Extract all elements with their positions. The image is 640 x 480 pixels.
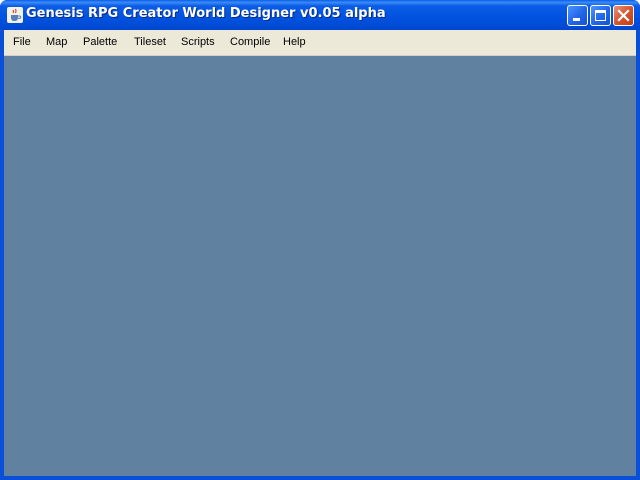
desktop-pane[interactable]	[4, 56, 636, 476]
maximize-icon	[595, 10, 606, 21]
menu-tileset[interactable]: Tileset	[134, 36, 166, 48]
close-button[interactable]	[613, 5, 634, 26]
java-cup-icon[interactable]	[7, 7, 23, 23]
app-window: Genesis RPG Creator World Designer v0.05…	[0, 0, 640, 480]
minimize-icon	[573, 18, 580, 21]
menu-bar: File Map Palette Tileset Scripts Compile…	[4, 30, 636, 56]
menu-map[interactable]: Map	[46, 36, 67, 48]
close-icon	[617, 9, 630, 22]
maximize-button[interactable]	[590, 5, 611, 26]
menu-palette[interactable]: Palette	[83, 36, 117, 48]
menu-help[interactable]: Help	[283, 36, 306, 48]
menu-compile[interactable]: Compile	[230, 36, 270, 48]
menu-scripts[interactable]: Scripts	[181, 36, 215, 48]
minimize-button[interactable]	[567, 5, 588, 26]
title-bar[interactable]: Genesis RPG Creator World Designer v0.05…	[0, 0, 640, 30]
window-title: Genesis RPG Creator World Designer v0.05…	[26, 6, 386, 21]
menu-file[interactable]: File	[13, 36, 31, 48]
